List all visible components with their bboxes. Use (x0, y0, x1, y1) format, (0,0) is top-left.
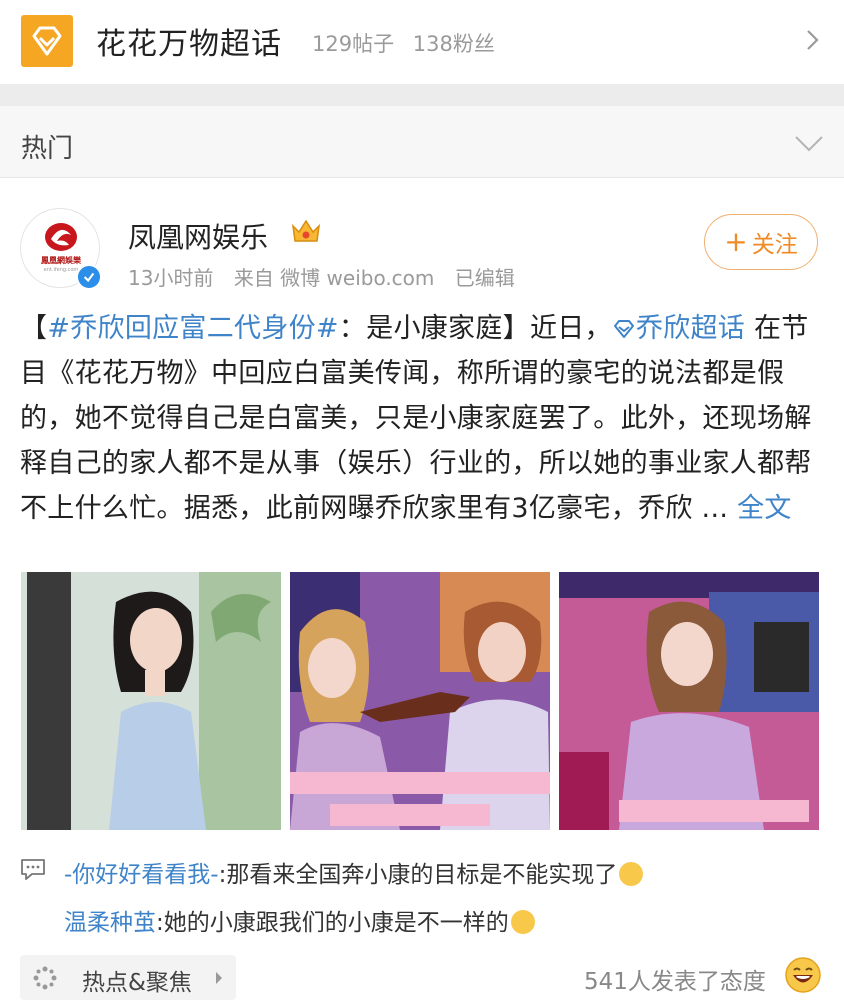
post-meta: 13小时前 来自 微博 weibo.com 已编辑 (128, 262, 529, 291)
edited-label: 已编辑 (454, 266, 515, 290)
comment-text: :她的小康跟我们的小康是不一样的 (156, 910, 509, 936)
chevron-down-icon[interactable] (792, 128, 826, 158)
crown-icon (291, 219, 321, 242)
post-image-2[interactable] (290, 572, 550, 830)
caret-right-icon (216, 972, 222, 984)
cat-emoji-icon (619, 862, 644, 886)
fans-count: 138粉丝 (412, 32, 495, 56)
comment-text: :那看来全国奔小康的目标是不能实现了 (218, 862, 618, 888)
comment-item[interactable]: 温柔种茧:她的小康跟我们的小康是不一样的 (64, 903, 535, 937)
section-divider (0, 84, 844, 106)
dog-emoji-icon (510, 910, 535, 934)
reaction-count: 541人发表了态度 (584, 969, 766, 995)
post-time: 13小时前 (128, 266, 214, 290)
topic-stats: 129帖子 138粉丝 (312, 28, 507, 58)
topic-title: 花花万物超话 (96, 27, 282, 62)
comment-item[interactable]: -你好好看看我-:那看来全国奔小康的目标是不能实现了 (64, 855, 644, 889)
plus-icon: + (724, 225, 748, 258)
post-text: 【#乔欣回应富二代身份#：是小康家庭】近日， 乔欣超话 在节目《花花万物》中回应白… (20, 306, 826, 531)
hot-focus-chip[interactable]: 热点&聚焦 (20, 955, 236, 1000)
comment-user[interactable]: 温柔种茧 (64, 910, 156, 936)
super-topic-link[interactable]: 乔欣超话 (636, 313, 745, 344)
author-name[interactable]: 凤凰网娱乐 (128, 216, 268, 256)
bracket-open: 【 (20, 313, 48, 344)
phoenix-logo-icon (45, 223, 77, 251)
topic-header[interactable]: 花花万物超话 129帖子 138粉丝 (0, 0, 844, 84)
post-image-3[interactable] (559, 572, 819, 830)
post-source: 来自 微博 weibo.com (233, 266, 435, 290)
verified-badge-icon (76, 264, 102, 290)
sort-label: 热门 (21, 134, 74, 164)
hot-focus-label: 热点&聚焦 (82, 970, 192, 996)
post-image-1[interactable] (21, 572, 281, 830)
follow-label: 关注 (751, 232, 798, 258)
super-topic-logo-icon (21, 15, 73, 67)
hot-spot-icon (33, 966, 57, 990)
full-text-link[interactable]: 全文 (737, 493, 792, 524)
comment-user[interactable]: -你好好看看我- (64, 862, 219, 888)
follow-button[interactable]: + 关注 (704, 214, 818, 270)
chevron-right-icon[interactable] (798, 26, 826, 54)
posts-count: 129帖子 (312, 32, 395, 56)
super-topic-diamond-icon (613, 320, 634, 338)
sort-bar[interactable]: 热门 (0, 106, 844, 178)
laughing-face-icon[interactable] (784, 956, 822, 994)
post-text-lead: ：是小康家庭】近日， (338, 313, 612, 344)
comment-icon[interactable] (20, 857, 46, 881)
hashtag-link[interactable]: #乔欣回应富二代身份# (47, 313, 339, 344)
post-text-body: 在节目《花花万物》中回应白富美传闻，称所谓的豪宅的说法都是假的，她不觉得自己是白… (20, 313, 812, 524)
